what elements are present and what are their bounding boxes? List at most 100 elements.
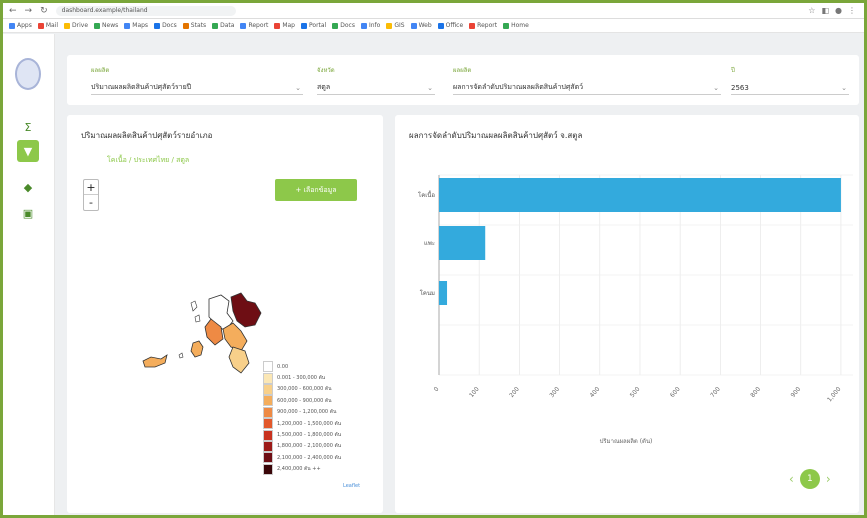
bookmark-icon	[386, 22, 393, 29]
legend-label: 1,500,000 - 1,800,000 ตัน	[277, 432, 342, 439]
filter-dataset: ผลผลิต ปริมาณผลผลิตสินค้าปศุสัตว์รายปี ⌄	[91, 65, 303, 95]
island-5[interactable]	[178, 352, 184, 359]
legend-swatch	[263, 440, 273, 452]
bar	[439, 281, 448, 305]
sidebar-item-map[interactable]: ◆	[17, 176, 39, 198]
browser-actions: ☆ ◧ ● ⋮	[808, 6, 856, 15]
chevron-down-icon: ⌄	[427, 83, 433, 92]
legend-swatch	[263, 361, 273, 373]
bookmark-item[interactable]: Docs	[154, 22, 177, 29]
bookmark-item[interactable]: Office	[437, 22, 463, 29]
bookmark-label: Report	[248, 22, 269, 29]
chart-icon: Σ	[24, 120, 32, 134]
filter-province: จังหวัด สตูล ⌄	[317, 65, 435, 95]
address-bar[interactable]: dashboard.example/thailand	[55, 5, 236, 16]
bookmark-item[interactable]: GIS	[386, 22, 405, 29]
bookmark-item[interactable]: Drive	[64, 22, 88, 29]
back-icon[interactable]: ←	[9, 6, 17, 16]
island-2[interactable]	[142, 354, 168, 368]
legend-swatch	[263, 463, 273, 475]
bookmark-item[interactable]: Apps	[9, 22, 32, 29]
breadcrumb[interactable]: โคเนื้อ / ประเทศไทย / สตูล	[107, 155, 189, 166]
select-data-button[interactable]: + เลือกข้อมูล	[275, 179, 357, 201]
bookmark-icon	[212, 22, 219, 29]
x-tick-label: 700	[709, 386, 722, 399]
legend-label: 900,000 - 1,200,000 ตัน	[277, 409, 337, 416]
profile-icon[interactable]: ●	[835, 6, 842, 15]
bookmark-icon	[9, 22, 15, 29]
legend-row: 1,200,000 - 1,500,000 ตัน	[263, 418, 342, 430]
bookmark-label: Docs	[162, 22, 177, 29]
sidebar-item-table[interactable]: ▣	[17, 202, 39, 224]
bookmark-item[interactable]: Mail	[37, 22, 58, 29]
x-tick-label: 900	[790, 386, 803, 399]
bookmark-icon	[503, 22, 510, 29]
legend-row: 2,400,000 ตัน ++	[263, 463, 341, 475]
bookmark-item[interactable]: Web	[410, 22, 432, 29]
island-4[interactable]	[194, 314, 201, 323]
zoom-in-button[interactable]: +	[84, 180, 98, 195]
pagination: ‹ 1 ›	[789, 469, 831, 489]
legend-label: 0.00	[277, 363, 289, 370]
legend-label: 2,400,000 ตัน ++	[277, 466, 321, 473]
legend-swatch	[263, 383, 273, 395]
bookmark-label: Docs	[340, 22, 355, 29]
bookmark-icon	[332, 22, 339, 29]
filter-label: ผลผลิต	[91, 67, 110, 74]
bookmark-label: Data	[220, 22, 235, 29]
bookmark-icon	[94, 22, 101, 29]
bookmark-item[interactable]: Maps	[124, 22, 148, 29]
island-1[interactable]	[190, 340, 204, 358]
browser-window: ← → ↻ dashboard.example/thailand ☆ ◧ ● ⋮…	[0, 0, 867, 518]
legend-row: 0.00	[263, 361, 341, 373]
bookmark-label: Home	[511, 22, 529, 29]
bookmark-item[interactable]: Stats	[182, 22, 206, 29]
bookmark-item[interactable]: Report	[469, 22, 497, 29]
island-3[interactable]	[190, 300, 198, 312]
dataset-select[interactable]: ปริมาณผลผลิตสินค้าปศุสัตว์รายปี ⌄	[91, 81, 303, 95]
province-select[interactable]: สตูล ⌄	[317, 81, 435, 95]
district-darkred[interactable]	[230, 292, 262, 328]
sidebar-item-chart[interactable]: Σ	[17, 116, 39, 138]
x-tick-label: 500	[629, 386, 642, 399]
bookmark-icon	[154, 22, 161, 29]
bookmark-item[interactable]: Map	[274, 22, 295, 29]
filter-label: จังหวัด	[317, 67, 335, 74]
bar	[439, 178, 841, 212]
menu-icon[interactable]: ⋮	[848, 6, 856, 15]
year-select[interactable]: 2563 ⌄	[731, 81, 849, 95]
attribution-link[interactable]: Leaflet	[343, 483, 360, 489]
reload-icon[interactable]: ↻	[40, 6, 48, 16]
legend-label: 1,200,000 - 1,500,000 ตัน	[277, 420, 342, 427]
table-icon: ▣	[22, 206, 34, 220]
district-light[interactable]	[228, 346, 250, 374]
star-icon[interactable]: ☆	[808, 6, 815, 15]
bookmark-item[interactable]: Portal	[301, 22, 326, 29]
bookmark-label: GIS	[394, 22, 405, 29]
legend-row: 600,000 - 900,000 ตัน	[263, 395, 341, 407]
province-map[interactable]	[137, 291, 267, 391]
map-legend: 0.00 0.001 - 300,000 ตัน 300,000 - 600,000…	[263, 361, 341, 475]
bookmark-item[interactable]: Home	[503, 22, 529, 29]
logo	[15, 58, 41, 90]
bookmark-item[interactable]: Report	[240, 22, 268, 29]
extension-icon[interactable]: ◧	[821, 6, 829, 15]
bookmark-item[interactable]: Info	[360, 22, 380, 29]
bookmark-item[interactable]: Data	[212, 22, 234, 29]
forward-icon[interactable]: →	[25, 6, 33, 16]
legend-row: 1,500,000 - 1,800,000 ตัน	[263, 429, 342, 441]
bookmark-item[interactable]: Docs	[332, 22, 355, 29]
category-label: โคเนื้อ	[418, 189, 435, 199]
bookmark-item[interactable]: News	[94, 22, 118, 29]
province-select-value: สตูล	[317, 83, 331, 91]
legend-swatch	[263, 395, 273, 407]
ranking-select[interactable]: ผลการจัดลำดับปริมาณผลผลิตสินค้าปศุสัตว์ …	[453, 81, 721, 95]
sidebar-item-filter[interactable]: ▼	[17, 140, 39, 162]
legend-row: 900,000 - 1,200,000 ตัน	[263, 406, 341, 418]
district-mid-orange[interactable]	[222, 322, 248, 352]
bookmark-label: Portal	[309, 22, 327, 29]
page-number-button[interactable]: 1	[799, 469, 820, 489]
prev-page-button[interactable]: ‹	[789, 472, 794, 486]
next-page-button[interactable]: ›	[826, 472, 831, 486]
zoom-out-button[interactable]: -	[84, 195, 98, 210]
